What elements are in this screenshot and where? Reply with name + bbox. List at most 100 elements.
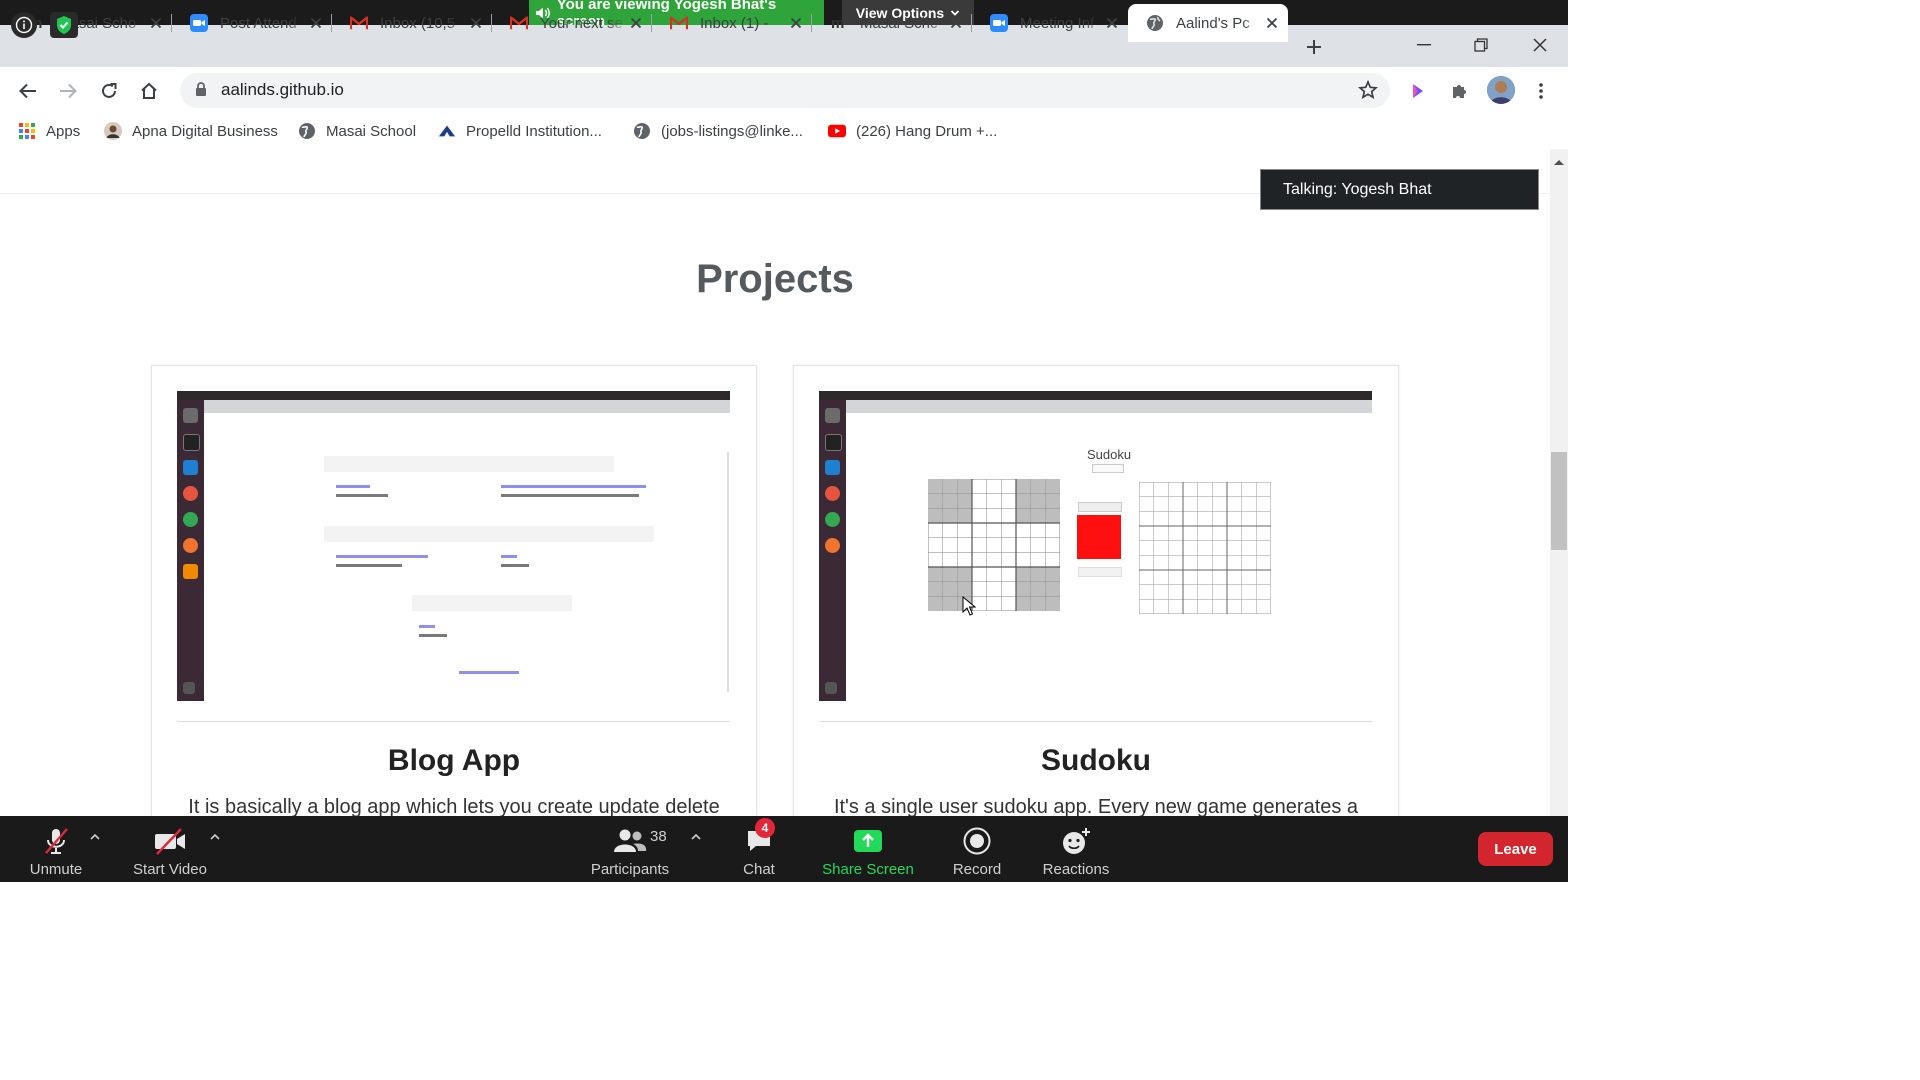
browser-tab[interactable]: Inbox (1) - (652, 4, 812, 42)
start-video-button[interactable]: Start Video (128, 820, 212, 878)
tab-title: Masai Schc (860, 14, 938, 32)
back-button[interactable] (16, 79, 40, 103)
participants-options-caret[interactable] (689, 830, 703, 844)
project-card-blog-app[interactable]: Blog App It is basically a blog app whic… (151, 365, 757, 816)
extension-arrow-icon[interactable] (1406, 79, 1430, 103)
bookmark-label: Masai School (326, 122, 417, 140)
extensions-puzzle-icon[interactable] (1448, 79, 1472, 103)
close-icon[interactable] (1104, 15, 1120, 31)
sudoku-screenshot[interactable]: Sudoku (819, 391, 1372, 701)
mouse-cursor-icon (962, 596, 976, 616)
sudoku-red-block (1077, 515, 1121, 559)
project-title: Sudoku (1041, 744, 1151, 777)
new-tab-button[interactable] (1300, 33, 1328, 61)
participants-count: 38 (650, 828, 667, 845)
url-text[interactable]: aalinds.github.io (221, 80, 344, 100)
arrow-left-icon (19, 83, 36, 99)
globe-icon (633, 122, 651, 140)
audio-options-caret[interactable] (88, 830, 102, 844)
reactions-button[interactable]: Reactions (1038, 820, 1114, 878)
scrollbar-thumb[interactable] (1551, 452, 1567, 550)
chat-bubble-icon: 4 (742, 818, 776, 856)
share-screen-button[interactable]: Share Screen (820, 820, 916, 878)
profile-avatar[interactable] (1487, 76, 1515, 104)
youtube-icon (828, 122, 846, 140)
tab-title: Inbox (1) - (700, 14, 769, 32)
gmail-icon (670, 14, 688, 32)
chat-button[interactable]: 4 Chat (730, 818, 788, 878)
chevron-up-icon (691, 834, 701, 840)
minimize-button[interactable] (1404, 30, 1444, 60)
lock-icon[interactable] (195, 82, 207, 97)
record-icon (960, 826, 994, 856)
browser-tab[interactable]: m Masai Schc (812, 4, 972, 42)
reactions-label: Reactions (1042, 861, 1110, 878)
scroll-up-arrow-icon[interactable] (1553, 158, 1565, 166)
project-title: Blog App (387, 744, 521, 777)
share-screen-icon (851, 826, 885, 856)
participants-icon (613, 826, 647, 856)
apps-grid-icon (18, 122, 36, 140)
plus-icon (1307, 40, 1321, 54)
tab-title: Aalind's Pc (1176, 14, 1250, 32)
bookmark-masai-school[interactable]: Masai School (298, 120, 416, 142)
talking-indicator: Talking: Yogesh Bhat (1260, 169, 1539, 210)
globe-icon (298, 122, 316, 140)
project-card-sudoku[interactable]: Sudoku Sudoku It's a single user sudoku … (793, 365, 1399, 816)
bookmark-apna-digital-business[interactable]: Apna Digital Business (104, 120, 278, 142)
propelld-icon (438, 122, 456, 140)
tab-title: Meeting Inf (1020, 14, 1095, 32)
close-icon[interactable] (308, 15, 324, 31)
bookmark-star-icon[interactable] (1358, 80, 1378, 100)
unmute-button[interactable]: Unmute (18, 820, 94, 878)
sudoku-shot-heading: Sudoku (1086, 447, 1132, 462)
chat-unread-badge: 4 (755, 818, 775, 838)
browser-tab[interactable]: Inbox (10,5 (332, 4, 492, 42)
browser-menu-icon[interactable] (1529, 79, 1553, 103)
forward-button[interactable] (56, 79, 80, 103)
chevron-up-icon (90, 834, 100, 840)
browser-tab[interactable]: Post Attend (172, 4, 332, 42)
close-icon[interactable] (948, 15, 964, 31)
close-icon[interactable] (148, 15, 164, 31)
close-icon[interactable] (628, 15, 644, 31)
bookmark-propelld[interactable]: Propelld Institution... (438, 120, 602, 142)
browser-tab[interactable]: Your next se (492, 4, 652, 42)
video-options-caret[interactable] (208, 830, 222, 844)
close-icon[interactable] (788, 15, 804, 31)
muted-mic-icon (39, 826, 73, 856)
person-avatar-icon (104, 122, 122, 140)
video-off-icon (153, 826, 187, 856)
record-label: Record (952, 861, 1002, 878)
bookmark-label: Propelld Institution... (466, 122, 602, 140)
bookmark-label: (226) Hang Drum +... (856, 122, 998, 140)
reload-button[interactable] (97, 79, 121, 103)
blog-app-screenshot[interactable] (177, 391, 730, 701)
encryption-shield-icon[interactable] (50, 12, 78, 38)
ubuntu-dock (177, 400, 204, 701)
browser-tab[interactable]: Meeting Inf (972, 4, 1128, 42)
close-icon[interactable] (1264, 15, 1280, 31)
project-description: It's a single user sudoku app. Every new… (833, 796, 1359, 816)
bookmark-hang-drum[interactable]: (226) Hang Drum +... (828, 120, 997, 142)
restore-button[interactable] (1461, 30, 1501, 60)
home-button[interactable] (137, 79, 161, 103)
close-window-button[interactable] (1520, 30, 1560, 60)
sudoku-board-left (928, 479, 1060, 611)
bookmark-label: Apna Digital Business (132, 122, 278, 140)
tab-title: Your next se (540, 14, 623, 32)
meeting-info-icon[interactable] (11, 12, 37, 38)
browser-tab-active[interactable]: Aalind's Pc (1128, 4, 1288, 42)
sudoku-board-right (1139, 482, 1271, 614)
address-bar[interactable] (180, 73, 1390, 108)
bookmark-apps[interactable]: Apps (18, 120, 80, 142)
bookmark-jobs-listings[interactable]: (jobs-listings@linke... (633, 120, 803, 142)
leave-meeting-button[interactable]: Leave (1478, 832, 1553, 866)
share-screen-label: Share Screen (822, 861, 914, 878)
home-icon (141, 82, 157, 99)
close-icon[interactable] (468, 15, 484, 31)
record-button[interactable]: Record (946, 820, 1008, 878)
start-video-label: Start Video (133, 861, 207, 878)
chevron-up-icon (210, 834, 220, 840)
close-icon (1533, 38, 1547, 52)
